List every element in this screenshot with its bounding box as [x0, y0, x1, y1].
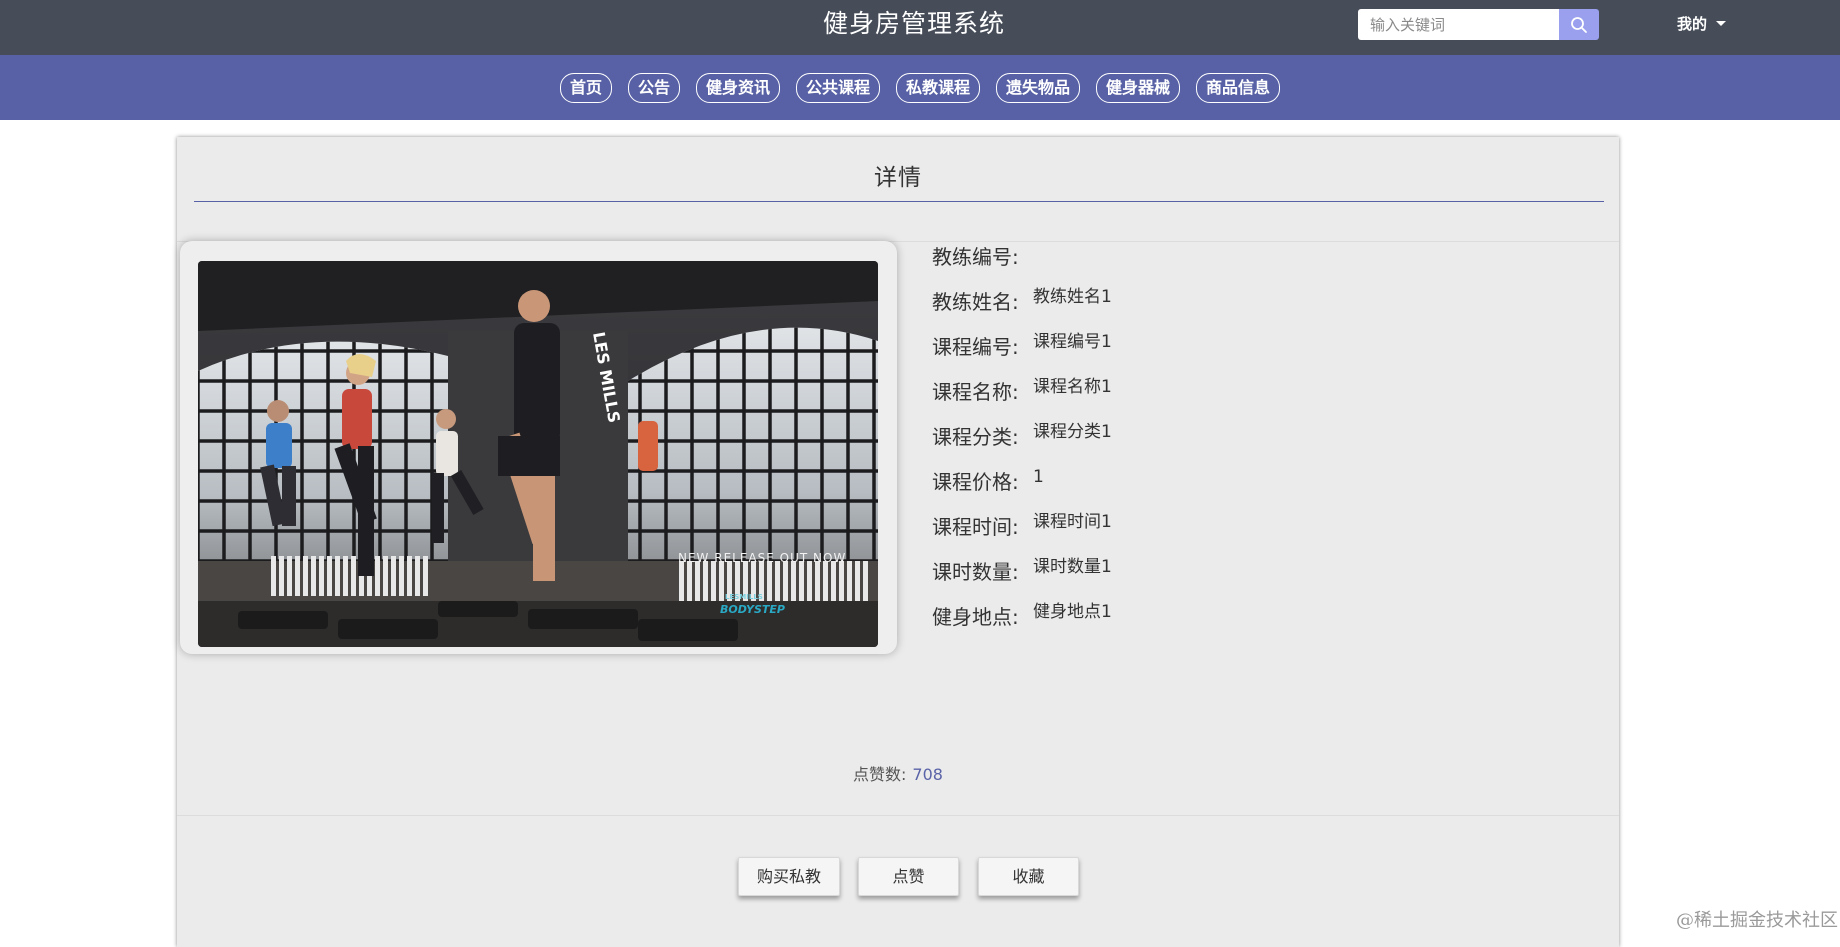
user-menu-label: 我的: [1677, 15, 1708, 33]
field-value: 课程分类1: [1033, 422, 1112, 442]
search-input[interactable]: [1358, 9, 1560, 40]
field-value: 课程时间1: [1033, 512, 1112, 532]
course-image[interactable]: LES MILLS NEW RELEASE OUT NOW LESMILLS B…: [198, 261, 878, 647]
image-tagline: NEW RELEASE OUT NOW: [678, 551, 846, 565]
field-coach-id: 教练编号:: [932, 241, 1033, 270]
field-label: 健身地点:: [932, 605, 1019, 629]
field-label: 课程价格:: [932, 470, 1019, 494]
nav-private-courses[interactable]: 私教课程: [896, 72, 981, 103]
watermark: @稀土掘金技术社区: [1676, 910, 1838, 931]
field-label: 教练编号:: [932, 245, 1019, 269]
buy-private-coach-button[interactable]: 购买私教: [738, 857, 840, 896]
likes-count: 708: [912, 765, 943, 784]
field-label: 课程时间:: [932, 515, 1019, 539]
course-image-frame: LES MILLS NEW RELEASE OUT NOW LESMILLS B…: [180, 241, 897, 654]
field-label: 课程编号:: [932, 335, 1019, 359]
like-button[interactable]: 点赞: [858, 857, 959, 896]
nav-notice[interactable]: 公告: [627, 72, 680, 103]
search-button[interactable]: [1559, 9, 1599, 40]
favorite-button[interactable]: 收藏: [978, 857, 1079, 896]
top-header: 健身房管理系统 我的: [0, 0, 1840, 55]
caret-down-icon: [1716, 21, 1727, 26]
nav-fitness-news[interactable]: 健身资讯: [695, 72, 780, 103]
nav-home[interactable]: 首页: [559, 72, 612, 103]
field-lesson-count: 课时数量: 课时数量1: [932, 556, 1112, 585]
field-value: 健身地点1: [1033, 602, 1112, 622]
field-course-category: 课程分类: 课程分类1: [932, 421, 1112, 450]
field-course-time: 课程时间: 课程时间1: [932, 511, 1112, 540]
field-gym-location: 健身地点: 健身地点1: [932, 601, 1112, 630]
field-label: 课时数量:: [932, 560, 1019, 584]
field-course-name: 课程名称: 课程名称1: [932, 376, 1112, 405]
likes-row: 点赞数: 708: [177, 761, 1619, 785]
nav-products[interactable]: 商品信息: [1196, 72, 1281, 103]
field-value: 课程名称1: [1033, 377, 1112, 397]
field-course-price: 课程价格: 1: [932, 466, 1044, 495]
search-icon: [1571, 16, 1587, 33]
detail-title: 详情: [874, 165, 922, 191]
field-value: 教练姓名1: [1033, 287, 1112, 307]
field-label: 教练姓名:: [932, 290, 1019, 314]
nav-lost-items[interactable]: 遗失物品: [996, 72, 1081, 103]
nav-public-courses[interactable]: 公共课程: [795, 72, 880, 103]
detail-panel: 详情 LES MILLS NEW RELEASE OUT NOW LESMILL…: [177, 137, 1619, 947]
field-value: 1: [1033, 467, 1044, 487]
title-divider: [194, 201, 1604, 202]
field-value: 课时数量1: [1033, 557, 1112, 577]
actions-divider: [177, 815, 1619, 816]
nav-equipment[interactable]: 健身器械: [1096, 72, 1181, 103]
field-label: 课程名称:: [932, 380, 1019, 404]
field-label: 课程分类:: [932, 425, 1019, 449]
user-menu[interactable]: 我的: [1677, 13, 1727, 34]
likes-label: 点赞数:: [853, 765, 907, 784]
brand-small-text: LESMILLS: [725, 593, 763, 601]
field-value: 课程编号1: [1033, 332, 1112, 352]
brand-text: BODYSTEP: [720, 603, 785, 616]
field-course-id: 课程编号: 课程编号1: [932, 331, 1112, 360]
main-nav: 首页 公告 健身资讯 公共课程 私教课程 遗失物品 健身器械 商品信息: [0, 55, 1840, 120]
field-coach-name: 教练姓名: 教练姓名1: [932, 286, 1112, 315]
